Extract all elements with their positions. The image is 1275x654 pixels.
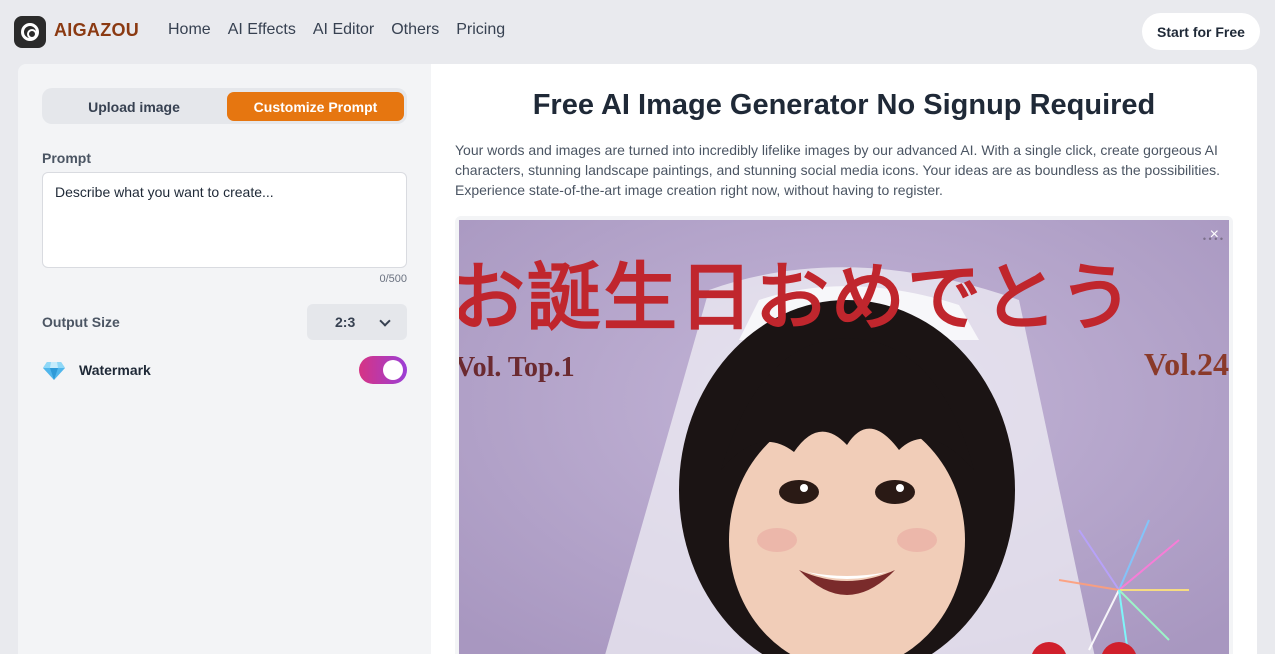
main-nav: Home AI Effects AI Editor Others Pricing	[168, 21, 505, 39]
mode-segmented-control: Upload image Customize Prompt	[42, 88, 407, 124]
close-icon[interactable]: ×	[1210, 226, 1219, 244]
page-title: Free AI Image Generator No Signup Requir…	[532, 89, 1156, 121]
diamond-gem-icon	[43, 362, 65, 380]
start-for-free-button[interactable]: Start for Free	[1142, 13, 1260, 50]
aperture-logo-icon[interactable]	[14, 16, 46, 48]
chevron-down-icon	[379, 315, 391, 327]
prompt-label: Prompt	[42, 150, 91, 166]
toggle-knob	[383, 360, 403, 380]
prompt-char-counter: 0/500	[379, 273, 407, 285]
cover-vol-left: Vol. Top.1	[459, 352, 575, 383]
generator-settings-panel: Upload image Customize Prompt Prompt Des…	[18, 64, 431, 654]
nav-ai-effects[interactable]: AI Effects	[228, 21, 296, 39]
prompt-input[interactable]: Describe what you want to create...	[42, 172, 407, 268]
preview-image-frame: • • • • お誕生日おめでとう Vol. Top.1 Vol.24 ×	[455, 216, 1233, 654]
preview-image: • • • • お誕生日おめでとう Vol. Top.1 Vol.24 ×	[459, 220, 1229, 654]
nav-pricing[interactable]: Pricing	[456, 21, 505, 39]
output-size-value: 2:3	[335, 314, 356, 330]
main-content-panel: Free AI Image Generator No Signup Requir…	[431, 64, 1257, 654]
tab-upload-image[interactable]: Upload image	[46, 92, 222, 121]
output-size-select[interactable]: 2:3	[307, 304, 407, 340]
cover-japanese-title: お誕生日おめでとう	[459, 255, 1135, 341]
tab-customize-prompt[interactable]: Customize Prompt	[227, 92, 404, 121]
nav-ai-editor[interactable]: AI Editor	[313, 21, 374, 39]
watermark-toggle[interactable]	[359, 356, 407, 384]
brand-name[interactable]: AIGAZOU	[54, 20, 139, 41]
output-size-label: Output Size	[42, 314, 120, 330]
top-header: AIGAZOU Home AI Effects AI Editor Others…	[0, 0, 1275, 64]
cover-vol-right: Vol.24	[1143, 346, 1229, 382]
nav-others[interactable]: Others	[391, 21, 439, 39]
nav-home[interactable]: Home	[168, 21, 211, 39]
watermark-label: Watermark	[79, 362, 151, 378]
page-description: Your words and images are turned into in…	[455, 142, 1221, 198]
